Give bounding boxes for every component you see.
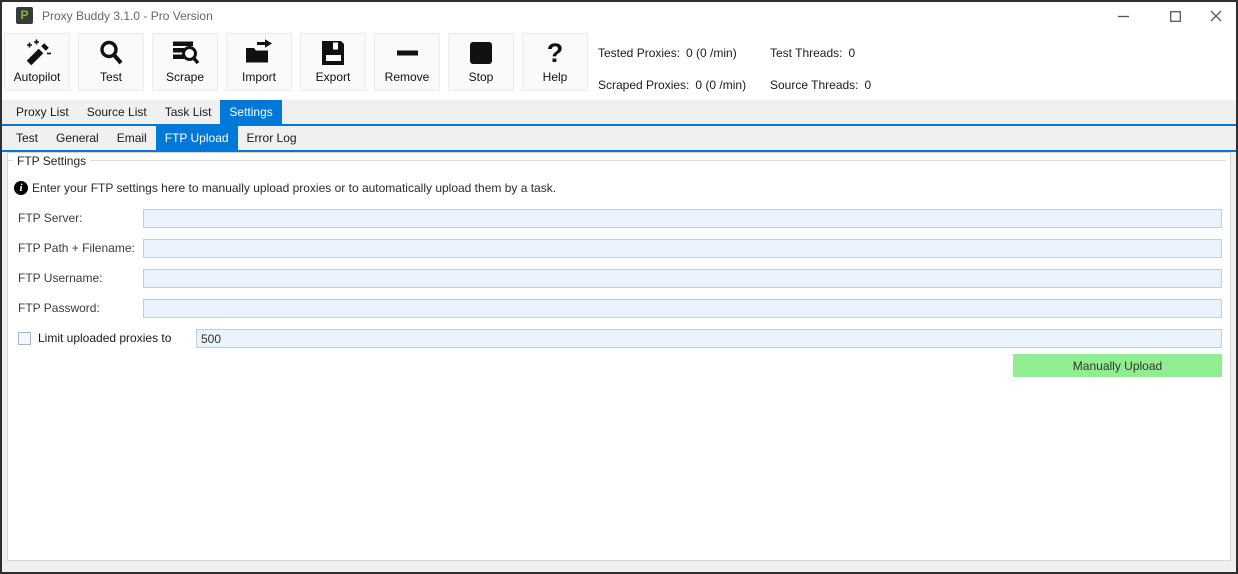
tab-settings[interactable]: Settings <box>220 100 282 124</box>
tab-task-list[interactable]: Task List <box>156 100 221 124</box>
ftp-path-filename-label: FTP Path + Filename: <box>18 241 135 255</box>
stat-source-threads: Source Threads: 0 <box>770 78 871 92</box>
autopilot-button[interactable]: Autopilot <box>4 33 70 91</box>
main-tab-bar: Proxy List Source List Task List Setting… <box>2 100 1236 126</box>
ftp-path-filename-input[interactable] <box>143 239 1222 258</box>
magnifier-icon <box>96 37 126 69</box>
settings-tab-bar: Test General Email FTP Upload Error Log <box>2 126 1236 152</box>
list-search-icon <box>170 37 200 69</box>
autopilot-label: Autopilot <box>13 70 61 84</box>
scrape-label: Scrape <box>165 70 205 84</box>
export-button[interactable]: Export <box>300 33 366 91</box>
remove-label: Remove <box>384 70 430 84</box>
minimize-button[interactable] <box>1103 2 1143 30</box>
info-icon: i <box>14 181 28 195</box>
maximize-icon <box>1169 10 1181 22</box>
ftp-password-label: FTP Password: <box>18 301 100 315</box>
stat-value: 0 (0 /min) <box>695 78 747 92</box>
limit-proxies-label: Limit uploaded proxies to <box>38 331 172 345</box>
question-mark-icon: ? <box>546 38 564 68</box>
stat-tested-proxies: Tested Proxies: 0 (0 /min) <box>598 46 737 60</box>
stat-label: Source Threads: <box>770 78 859 92</box>
stat-value: 0 (0 /min) <box>686 46 737 60</box>
groupbox-line <box>8 160 13 161</box>
app-icon: P <box>16 7 33 24</box>
magic-wand-icon <box>22 37 52 69</box>
import-label: Import <box>241 70 276 84</box>
help-label: Help <box>542 70 568 84</box>
manually-upload-button[interactable]: Manually Upload <box>1013 354 1222 377</box>
ftp-server-input[interactable] <box>143 209 1222 228</box>
stat-value: 0 <box>864 78 872 92</box>
tab-test[interactable]: Test <box>7 126 47 150</box>
stop-label: Stop <box>468 70 494 84</box>
window-title: Proxy Buddy 3.1.0 - Pro Version <box>42 9 213 23</box>
test-label: Test <box>99 70 122 84</box>
stop-button[interactable]: Stop <box>448 33 514 91</box>
folder-import-icon <box>244 37 274 69</box>
remove-button[interactable]: Remove <box>374 33 440 91</box>
close-button[interactable] <box>1196 2 1236 30</box>
stat-label: Test Threads: <box>770 46 843 60</box>
ftp-username-label: FTP Username: <box>18 271 103 285</box>
minimize-icon <box>1117 15 1129 17</box>
tab-error-log[interactable]: Error Log <box>238 126 306 150</box>
tab-source-list[interactable]: Source List <box>78 100 156 124</box>
groupbox-title: FTP Settings <box>17 153 87 168</box>
limit-proxies-checkbox[interactable] <box>18 332 31 345</box>
stat-label: Tested Proxies: <box>598 46 681 60</box>
stop-square-icon <box>466 37 496 69</box>
scrape-button[interactable]: Scrape <box>152 33 218 91</box>
export-label: Export <box>315 70 351 84</box>
app-window: P Proxy Buddy 3.1.0 - Pro Version Autopi… <box>0 0 1238 574</box>
maximize-button[interactable] <box>1155 2 1195 30</box>
tab-email[interactable]: Email <box>108 126 156 150</box>
close-icon <box>1210 10 1222 22</box>
toolbar: Autopilot Test Scrape Import Export Remo… <box>2 30 1236 100</box>
tab-general[interactable]: General <box>47 126 108 150</box>
title-bar: P Proxy Buddy 3.1.0 - Pro Version <box>2 2 1236 30</box>
stat-value: 0 <box>848 46 856 60</box>
stat-scraped-proxies: Scraped Proxies: 0 (0 /min) <box>598 78 746 92</box>
groupbox-line <box>90 160 1226 161</box>
limit-proxies-input[interactable] <box>196 329 1222 348</box>
test-button[interactable]: Test <box>78 33 144 91</box>
floppy-disk-icon <box>318 37 348 69</box>
ftp-password-input[interactable] <box>143 299 1222 318</box>
minus-icon <box>392 37 422 69</box>
stat-test-threads: Test Threads: 0 <box>770 46 855 60</box>
import-button[interactable]: Import <box>226 33 292 91</box>
ftp-username-input[interactable] <box>143 269 1222 288</box>
stat-label: Scraped Proxies: <box>598 78 690 92</box>
tab-ftp-upload[interactable]: FTP Upload <box>155 126 238 150</box>
help-button[interactable]: ? Help <box>522 33 588 91</box>
ftp-server-label: FTP Server: <box>18 211 83 225</box>
ftp-info-text: Enter your FTP settings here to manually… <box>32 181 557 195</box>
ftp-settings-groupbox: FTP Settings <box>8 153 1226 168</box>
tab-proxy-list[interactable]: Proxy List <box>7 100 78 124</box>
